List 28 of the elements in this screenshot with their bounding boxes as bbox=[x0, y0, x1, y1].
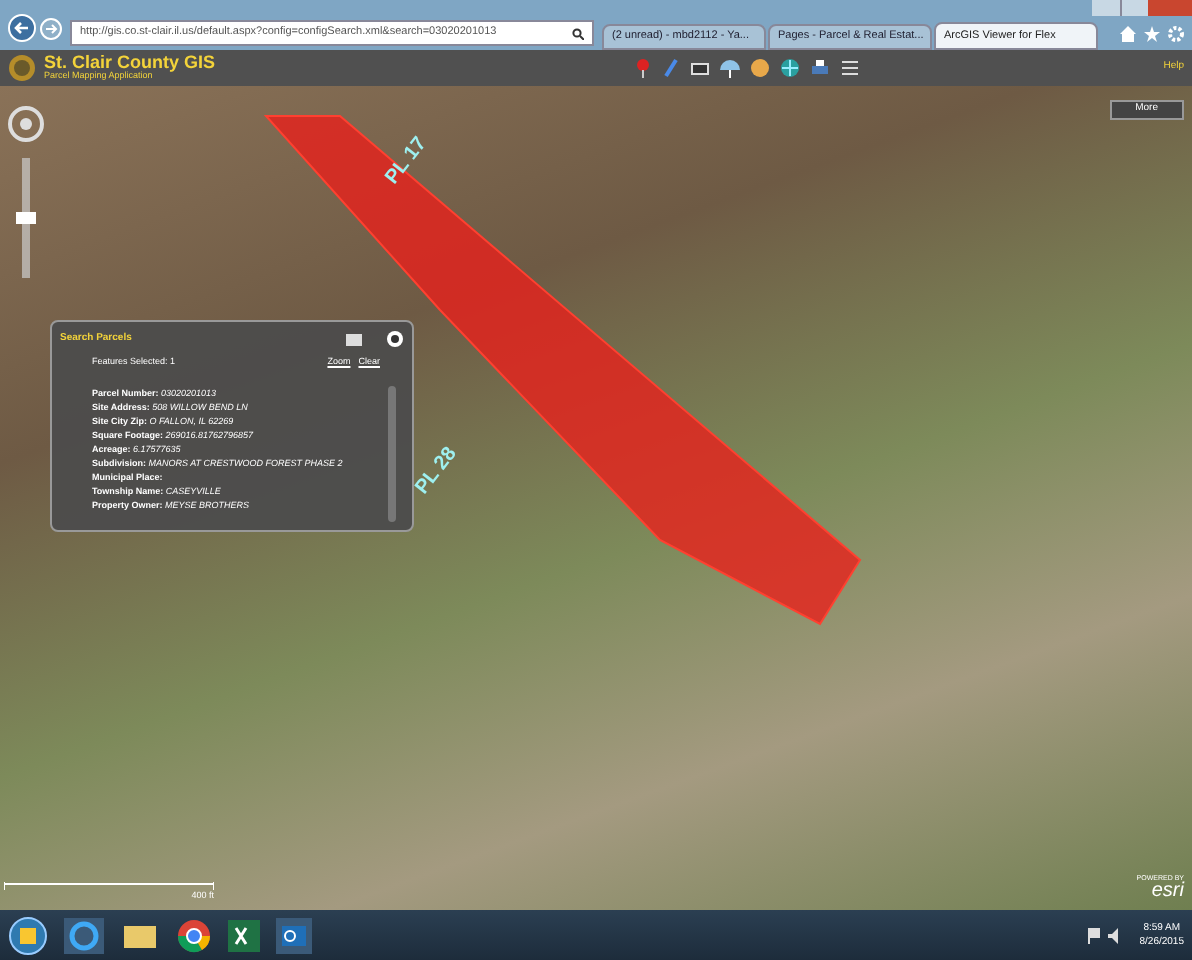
pin-icon[interactable] bbox=[633, 58, 652, 78]
flag-icon[interactable] bbox=[1087, 927, 1100, 943]
slider-thumb[interactable] bbox=[16, 212, 36, 224]
start-button[interactable] bbox=[8, 915, 48, 955]
spreadsheet-icon[interactable] bbox=[228, 919, 260, 951]
pan-control-icon[interactable] bbox=[8, 106, 44, 142]
app-title: St. Clair County GIS bbox=[44, 54, 216, 73]
parcel-label: PL 28 bbox=[409, 441, 464, 502]
image-icon[interactable] bbox=[346, 333, 362, 345]
favorites-star-icon[interactable] bbox=[1144, 26, 1160, 42]
close-icon[interactable] bbox=[386, 330, 404, 348]
chrome-icon[interactable] bbox=[176, 917, 212, 953]
mail-icon[interactable] bbox=[276, 917, 312, 953]
search-icon[interactable] bbox=[572, 27, 584, 39]
county-seal-icon bbox=[8, 54, 36, 82]
esri-logo: esri bbox=[1151, 882, 1184, 902]
globe-icon[interactable] bbox=[779, 58, 800, 78]
forward-button[interactable] bbox=[40, 17, 62, 39]
list-icon[interactable] bbox=[839, 58, 860, 78]
settings-icon[interactable] bbox=[1168, 26, 1184, 42]
volume-icon[interactable] bbox=[1107, 927, 1124, 943]
home-icon[interactable] bbox=[1120, 26, 1136, 42]
zoom-slider[interactable] bbox=[16, 158, 36, 278]
back-button[interactable] bbox=[8, 14, 36, 42]
parcel-label: PL 17 bbox=[379, 131, 434, 192]
scrollbar[interactable] bbox=[388, 385, 396, 522]
printer-icon[interactable] bbox=[809, 58, 830, 78]
umbrella-icon[interactable] bbox=[719, 58, 740, 78]
